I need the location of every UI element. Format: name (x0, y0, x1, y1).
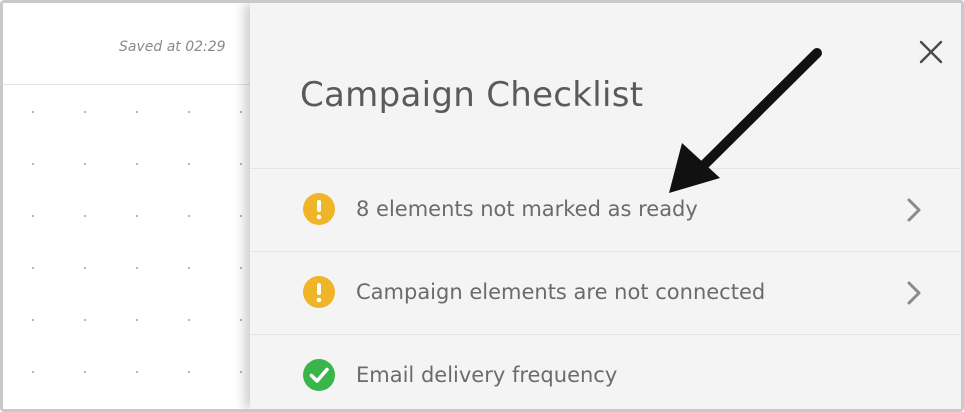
close-icon (919, 40, 943, 64)
saved-status: Saved at 02:29 (119, 39, 226, 55)
panel-title: Campaign Checklist (300, 75, 644, 115)
checklist-item-delivery-frequency[interactable]: Email delivery frequency (250, 334, 961, 409)
chevron-right-icon (907, 198, 921, 222)
campaign-canvas[interactable]: Saved at 02:29 (3, 3, 253, 409)
checklist-items: 8 elements not marked as ready Campaign … (250, 168, 961, 409)
checklist-item-label: Email delivery frequency (356, 363, 618, 387)
checklist-item-label: 8 elements not marked as ready (356, 197, 698, 221)
checklist-item-elements-ready[interactable]: 8 elements not marked as ready (250, 168, 961, 251)
close-button[interactable] (916, 37, 946, 67)
canvas-header: Saved at 02:29 (3, 3, 253, 85)
warning-icon (303, 276, 335, 308)
checklist-item-elements-connected[interactable]: Campaign elements are not connected (250, 251, 961, 334)
canvas-dot-grid (3, 86, 253, 409)
warning-icon (303, 193, 335, 225)
checklist-item-label: Campaign elements are not connected (356, 280, 766, 304)
check-circle-icon (303, 359, 335, 391)
chevron-right-icon (907, 281, 921, 305)
checklist-panel: Campaign Checklist 8 elements not marked… (250, 3, 961, 409)
app-frame: Saved at 02:29 Campaign Checklist 8 elem… (0, 0, 964, 412)
